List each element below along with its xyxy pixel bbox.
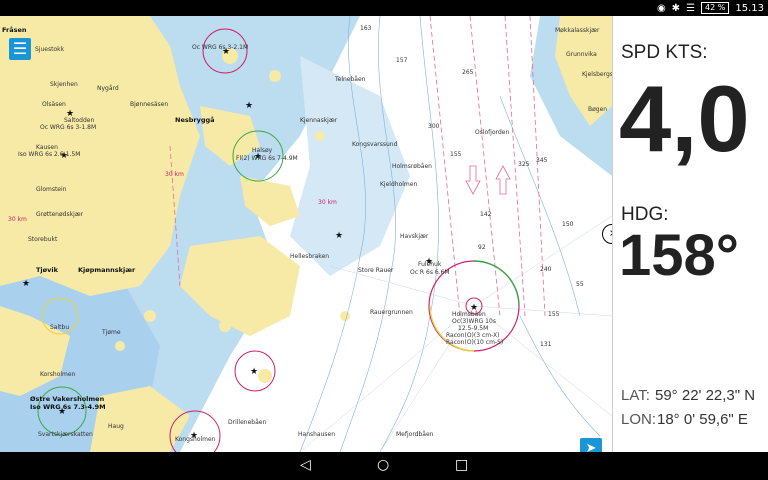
svg-text:Oc(3)WRG 10s: Oc(3)WRG 10s (452, 318, 496, 325)
svg-text:Fl(2) WRG 6s 7-4.9M: Fl(2) WRG 6s 7-4.9M (236, 155, 298, 162)
svg-text:Grunnvika: Grunnvika (566, 51, 597, 58)
heading-value: 158° (619, 223, 739, 288)
svg-text:Mefjordbåen: Mefjordbåen (396, 431, 434, 438)
svg-text:Nygård: Nygård (97, 85, 119, 92)
instrument-panel: SPD KTS: 4,0 HDG: 158° LAT: 59° 22' 22,3… (612, 16, 768, 452)
svg-text:Oslofjorden: Oslofjorden (475, 129, 509, 136)
svg-text:Kjeldholmen: Kjeldholmen (380, 181, 417, 188)
svg-text:Svartskjærskatten: Svartskjærskatten (38, 431, 93, 438)
speed-value: 4,0 (619, 66, 750, 171)
svg-text:55: 55 (576, 281, 584, 288)
svg-text:Kongsholmen: Kongsholmen (175, 436, 216, 443)
svg-text:Østre Vakersholmen: Østre Vakersholmen (30, 395, 105, 403)
battery-indicator: 42 % (701, 2, 730, 14)
svg-text:150: 150 (562, 221, 574, 228)
svg-text:Rauergrunnen: Rauergrunnen (370, 309, 413, 316)
svg-text:Storebukt: Storebukt (28, 236, 58, 243)
svg-text:Kjelsbergskjær: Kjelsbergskjær (582, 71, 612, 78)
svg-text:★: ★ (22, 279, 30, 289)
svg-text:Havskjær: Havskjær (400, 233, 429, 240)
svg-text:163: 163 (360, 25, 372, 32)
svg-text:Kongsvarssund: Kongsvarssund (352, 141, 398, 148)
svg-text:Fulehuk: Fulehuk (418, 261, 442, 268)
bluetooth-icon: ✱ (671, 2, 681, 14)
svg-text:Tjøme: Tjøme (101, 329, 121, 336)
svg-text:Oc WRG 6s 3-2.1M: Oc WRG 6s 3-2.1M (192, 44, 248, 51)
svg-text:Iso WRG 6s 2.6-1.5M: Iso WRG 6s 2.6-1.5M (18, 151, 80, 158)
svg-text:Store Rauer: Store Rauer (358, 267, 394, 274)
svg-text:30 km: 30 km (318, 199, 337, 206)
svg-text:Korsholmen: Korsholmen (40, 371, 76, 378)
svg-text:142: 142 (480, 211, 492, 218)
status-bar: ◉ ✱ ☰ 42 % 15.13 (0, 0, 768, 16)
svg-text:Holmsrøbåen: Holmsrøbåen (392, 163, 432, 170)
svg-text:★: ★ (335, 231, 343, 241)
svg-text:Hanshausen: Hanshausen (298, 431, 335, 438)
svg-text:265: 265 (462, 69, 474, 76)
svg-text:Telnebåen: Telnebåen (334, 76, 366, 83)
svg-text:92: 92 (478, 244, 486, 251)
svg-text:Holmsbåen: Holmsbåen (452, 311, 486, 318)
svg-text:Bøgen: Bøgen (588, 106, 607, 113)
svg-text:Halsøy: Halsøy (252, 147, 273, 154)
svg-text:Grøttenødskjær: Grøttenødskjær (36, 211, 84, 218)
svg-text:Iso WRG 6s 7.3-4.9M: Iso WRG 6s 7.3-4.9M (30, 403, 106, 411)
navigation-arrow-icon[interactable]: ➤ (580, 438, 602, 452)
svg-text:300: 300 (428, 123, 440, 130)
svg-text:Racon(O)(10 cm-S): Racon(O)(10 cm-S) (446, 339, 503, 346)
hamburger-menu-icon[interactable]: ☰ (9, 38, 31, 60)
location-pin-icon: ◉ (656, 2, 666, 14)
svg-text:155: 155 (548, 311, 560, 318)
svg-text:Sjuestokk: Sjuestokk (35, 46, 65, 53)
svg-text:Drillenebåen: Drillenebåen (228, 419, 266, 426)
clock: 15.13 (735, 2, 764, 14)
svg-text:Nesbryggå: Nesbryggå (175, 115, 215, 124)
svg-text:Glomstein: Glomstein (36, 186, 67, 193)
longitude-value: 18° 0' 59,6" E (657, 411, 748, 428)
system-navigation-bar: ◁ ○ □ (0, 452, 768, 480)
svg-text:Saltodden: Saltodden (64, 117, 94, 124)
svg-text:12.5-9.5M: 12.5-9.5M (458, 325, 488, 332)
svg-text:157: 157 (396, 57, 408, 64)
svg-text:Bjønnesäsen: Bjønnesäsen (130, 101, 168, 108)
svg-text:345: 345 (536, 157, 548, 164)
svg-text:240: 240 (540, 266, 552, 273)
svg-text:Haug: Haug (108, 423, 124, 430)
longitude-label: LON: (621, 411, 657, 428)
svg-text:30 km: 30 km (165, 171, 184, 178)
svg-text:Kjennaskjær: Kjennaskjær (300, 117, 338, 124)
back-icon[interactable]: ◁ (300, 457, 311, 473)
svg-text:Tjøvik: Tjøvik (36, 266, 59, 274)
svg-text:Oc R 6s 6.6M: Oc R 6s 6.6M (410, 269, 450, 276)
svg-text:★: ★ (250, 367, 258, 377)
svg-text:Skjenhen: Skjenhen (50, 81, 78, 88)
svg-text:Kausen: Kausen (36, 144, 58, 151)
svg-text:Møkkalasskjær: Møkkalasskjær (555, 27, 600, 34)
latitude-value: 59° 22' 22,3" N (655, 387, 756, 404)
latitude-label: LAT: (621, 387, 650, 404)
status-icons: ◉ ✱ ☰ 42 % 15.13 (657, 2, 764, 14)
svg-text:Olsäsen: Olsäsen (42, 101, 66, 108)
svg-text:Saltbu: Saltbu (50, 324, 69, 331)
recents-icon[interactable]: □ (455, 457, 468, 473)
svg-text:Fråsen: Fråsen (2, 25, 27, 34)
home-icon[interactable]: ○ (377, 457, 389, 473)
svg-text:30 km: 30 km (8, 216, 27, 223)
svg-text:155: 155 (450, 151, 462, 158)
wifi-icon: ☰ (686, 2, 696, 14)
chart-graphics: ★ ★ ★ ★ ★ ★ ★ ★ ★ ★ ★ ★ 157 300 155 142 … (0, 16, 612, 452)
svg-text:Hellesbraken: Hellesbraken (290, 253, 329, 260)
svg-text:131: 131 (540, 341, 552, 348)
svg-text:325: 325 (518, 161, 530, 168)
nautical-chart-map[interactable]: ★ ★ ★ ★ ★ ★ ★ ★ ★ ★ ★ ★ 157 300 155 142 … (0, 16, 612, 452)
svg-text:★: ★ (245, 101, 253, 111)
svg-text:Kjøpmannskjær: Kjøpmannskjær (78, 266, 136, 274)
speed-label: SPD KTS: (621, 42, 708, 63)
svg-text:Oc WRG 6s 3-1.8M: Oc WRG 6s 3-1.8M (40, 124, 96, 131)
svg-text:Racon(O)(3 cm-X): Racon(O)(3 cm-X) (446, 332, 499, 339)
